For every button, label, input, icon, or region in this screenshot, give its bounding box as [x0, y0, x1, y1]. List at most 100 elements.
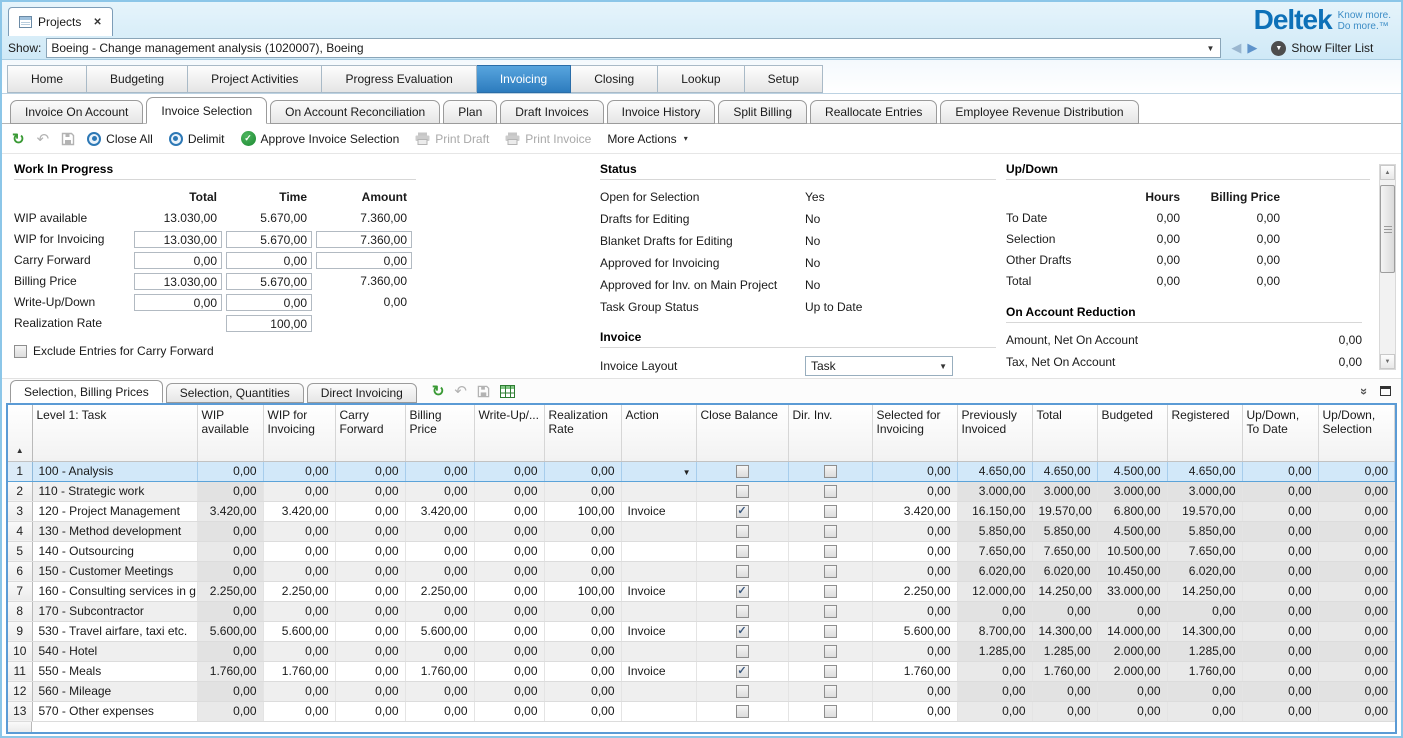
cell-action[interactable]	[621, 601, 696, 621]
close-balance-checkbox[interactable]	[736, 485, 749, 498]
cell-wip_for_invoicing[interactable]: 0,00	[263, 641, 335, 661]
table-view-icon[interactable]	[500, 385, 515, 398]
cell-billing_price[interactable]: 0,00	[405, 481, 474, 501]
subtab-invoice-selection[interactable]: Invoice Selection	[146, 97, 267, 124]
row-number[interactable]: 9	[8, 621, 32, 641]
column-header-carry_forward[interactable]: Carry Forward	[335, 405, 405, 461]
close-all-button[interactable]: Close All	[87, 132, 153, 146]
wip-input-field[interactable]: 0,00	[316, 252, 412, 269]
scroll-down-icon[interactable]: ▼	[1380, 354, 1395, 369]
cell-task[interactable]: 560 - Mileage	[32, 681, 197, 701]
row-number[interactable]: 2	[8, 481, 32, 501]
cell-write_up_down[interactable]: 0,00	[474, 701, 544, 721]
cell-selected_for_invoicing[interactable]: 0,00	[872, 541, 957, 561]
close-tab-icon[interactable]: ✕	[93, 17, 101, 28]
column-header-write_up_down[interactable]: Write-Up/...	[474, 405, 544, 461]
wip-input-field[interactable]: 13.030,00	[134, 231, 222, 248]
sort-ascending-icon[interactable]: ▲	[16, 446, 24, 455]
print-invoice-button[interactable]: Print Invoice	[505, 132, 591, 146]
cell-selected_for_invoicing[interactable]: 2.250,00	[872, 581, 957, 601]
column-header-previously_invoiced[interactable]: Previously Invoiced	[957, 405, 1032, 461]
cell-billing_price[interactable]: 0,00	[405, 461, 474, 481]
cell-action[interactable]	[621, 561, 696, 581]
tab-home[interactable]: Home	[7, 65, 87, 93]
vertical-scrollbar[interactable]: ▲ ▼	[1379, 164, 1396, 370]
cell-realization_rate[interactable]: 0,00	[544, 541, 621, 561]
cell-write_up_down[interactable]: 0,00	[474, 461, 544, 481]
subtab-invoice-history[interactable]: Invoice History	[607, 100, 716, 124]
cell-realization_rate[interactable]: 0,00	[544, 681, 621, 701]
subtab-invoice-on-account[interactable]: Invoice On Account	[10, 100, 143, 124]
navigate-forward-icon[interactable]: ▶	[1247, 40, 1257, 56]
dir-inv-checkbox[interactable]	[824, 645, 837, 658]
save-icon[interactable]	[61, 132, 75, 146]
cell-carry_forward[interactable]: 0,00	[335, 561, 405, 581]
invoice-layout-dropdown[interactable]: Task ▼	[805, 356, 953, 376]
dir-inv-checkbox[interactable]	[824, 505, 837, 518]
exclude-entries-checkbox-row[interactable]: Exclude Entries for Carry Forward	[14, 344, 416, 358]
tab-lookup[interactable]: Lookup	[658, 65, 744, 93]
cell-action[interactable]	[621, 701, 696, 721]
cell-billing_price[interactable]: 3.420,00	[405, 501, 474, 521]
approve-invoice-selection-button[interactable]: ✓ Approve Invoice Selection	[241, 131, 400, 146]
cell-carry_forward[interactable]: 0,00	[335, 541, 405, 561]
column-header-billing_price[interactable]: Billing Price	[405, 405, 474, 461]
column-header-wip_available[interactable]: WIP available	[197, 405, 263, 461]
cell-wip_for_invoicing[interactable]: 0,00	[263, 701, 335, 721]
scrollbar-track[interactable]	[1380, 180, 1395, 354]
cell-billing_price[interactable]: 0,00	[405, 641, 474, 661]
undo-icon[interactable]: ↶	[37, 130, 50, 148]
row-number[interactable]: 6	[8, 561, 32, 581]
cell-task[interactable]: 130 - Method development	[32, 521, 197, 541]
cell-selected_for_invoicing[interactable]: 0,00	[872, 481, 957, 501]
cell-wip_for_invoicing[interactable]: 0,00	[263, 561, 335, 581]
close-balance-checkbox[interactable]	[736, 645, 749, 658]
cell-action[interactable]: Invoice	[621, 661, 696, 681]
cell-write_up_down[interactable]: 0,00	[474, 501, 544, 521]
more-actions-button[interactable]: More Actions ▾	[607, 132, 687, 146]
column-header-close_balance[interactable]: Close Balance	[696, 405, 788, 461]
cell-realization_rate[interactable]: 0,00	[544, 561, 621, 581]
tab-budgeting[interactable]: Budgeting	[87, 65, 188, 93]
cell-task[interactable]: 170 - Subcontractor	[32, 601, 197, 621]
column-header-task[interactable]: Level 1: Task	[32, 405, 197, 461]
cell-carry_forward[interactable]: 0,00	[335, 641, 405, 661]
cell-wip_for_invoicing[interactable]: 5.600,00	[263, 621, 335, 641]
row-number[interactable]: 13	[8, 701, 32, 721]
dir-inv-checkbox[interactable]	[824, 705, 837, 718]
tab-invoicing[interactable]: Invoicing	[477, 65, 571, 93]
subtab-reallocate-entries[interactable]: Reallocate Entries	[810, 100, 937, 124]
subtab-split-billing[interactable]: Split Billing	[718, 100, 807, 124]
cell-carry_forward[interactable]: 0,00	[335, 701, 405, 721]
cell-write_up_down[interactable]: 0,00	[474, 481, 544, 501]
column-header-total[interactable]: Total	[1032, 405, 1097, 461]
cell-wip_for_invoicing[interactable]: 0,00	[263, 461, 335, 481]
cell-action[interactable]: Invoice	[621, 501, 696, 521]
cell-wip_for_invoicing[interactable]: 0,00	[263, 681, 335, 701]
column-header-updown_selection[interactable]: Up/Down, Selection	[1318, 405, 1395, 461]
column-header-wip_for_invoicing[interactable]: WIP for Invoicing	[263, 405, 335, 461]
cell-wip_for_invoicing[interactable]: 0,00	[263, 521, 335, 541]
cell-selected_for_invoicing[interactable]: 0,00	[872, 461, 957, 481]
subtab-employee-revenue-distribution[interactable]: Employee Revenue Distribution	[940, 100, 1138, 124]
column-header-dir_inv[interactable]: Dir. Inv.	[788, 405, 872, 461]
cell-action[interactable]: Invoice	[621, 621, 696, 641]
cell-action[interactable]: Invoice	[621, 581, 696, 601]
row-number[interactable]: 10	[8, 641, 32, 661]
row-number[interactable]: 3	[8, 501, 32, 521]
cell-write_up_down[interactable]: 0,00	[474, 621, 544, 641]
dir-inv-checkbox[interactable]	[824, 525, 837, 538]
dir-inv-checkbox[interactable]	[824, 485, 837, 498]
close-balance-checkbox[interactable]	[736, 545, 749, 558]
cell-action[interactable]	[621, 641, 696, 661]
close-balance-checkbox[interactable]: ✓	[736, 625, 749, 638]
cell-billing_price[interactable]: 0,00	[405, 601, 474, 621]
dropdown-arrow-icon[interactable]: ▼	[1204, 44, 1216, 53]
cell-carry_forward[interactable]: 0,00	[335, 521, 405, 541]
row-number[interactable]: 11	[8, 661, 32, 681]
cell-write_up_down[interactable]: 0,00	[474, 561, 544, 581]
cell-wip_for_invoicing[interactable]: 2.250,00	[263, 581, 335, 601]
cell-write_up_down[interactable]: 0,00	[474, 661, 544, 681]
cell-task[interactable]: 160 - Consulting services in g...	[32, 581, 197, 601]
dir-inv-checkbox[interactable]	[824, 685, 837, 698]
